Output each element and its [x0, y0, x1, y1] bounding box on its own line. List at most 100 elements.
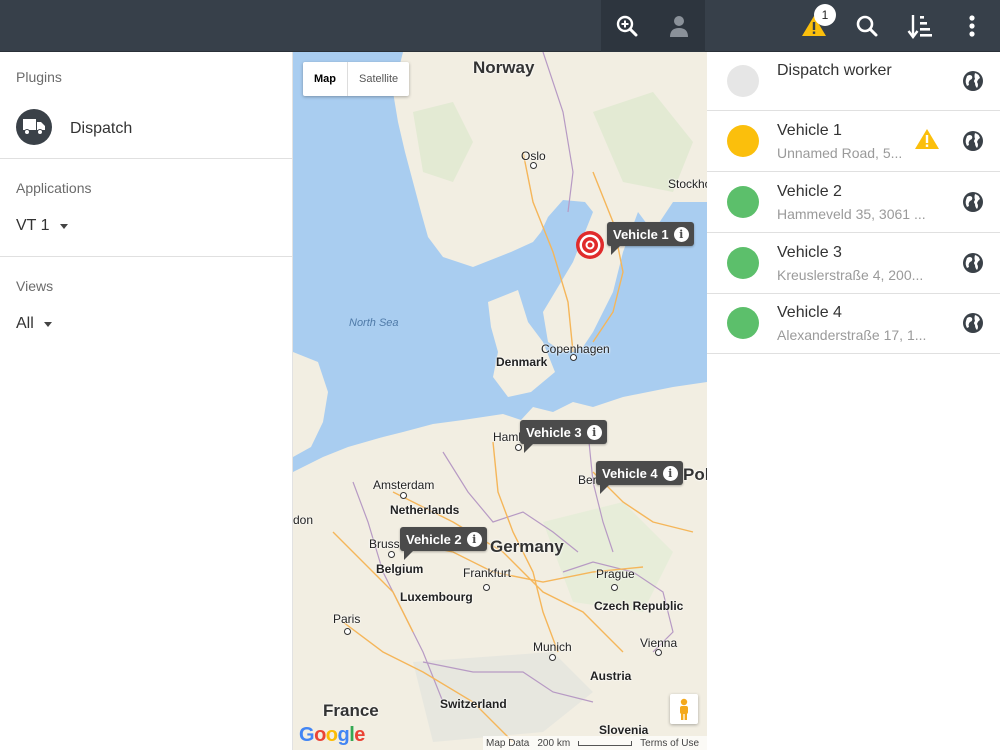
sort-button[interactable]: [894, 0, 946, 52]
map-scale-label: 200 km: [537, 737, 571, 749]
vehicle-list-item[interactable]: Vehicle 1 Unnamed Road, 5...: [707, 112, 1000, 172]
globe-icon[interactable]: [962, 252, 984, 274]
status-dot: [727, 125, 759, 157]
city-label: Bruss: [369, 537, 400, 551]
vehicle-name: Vehicle 3: [777, 244, 842, 261]
user-icon: [670, 16, 688, 37]
truck-icon: [23, 119, 45, 135]
map-type-satellite-button[interactable]: Satellite: [348, 62, 409, 96]
vehicle-name: Dispatch worker: [777, 62, 892, 79]
vehicle-list-item[interactable]: Vehicle 4 Alexanderstraße 17, 1...: [707, 294, 1000, 354]
city-label: Munich: [533, 640, 572, 654]
sort-icon: [907, 15, 932, 39]
status-dot: [727, 307, 759, 339]
vehicle-3-marker[interactable]: Vehicle 3 i: [520, 420, 607, 453]
vehicle-address: Kreuslerstraße 4, 200...: [777, 267, 924, 283]
city-label: Vienna: [640, 636, 678, 650]
city-dot: [344, 628, 351, 635]
dispatch-plugin-label[interactable]: Dispatch: [70, 120, 132, 138]
map-view[interactable]: Map Satellite Norway Denmark Netherlands…: [293, 52, 707, 750]
country-label: Switzerland: [440, 697, 507, 711]
country-label: Denmark: [496, 355, 548, 369]
city-dot: [655, 649, 662, 656]
globe-icon[interactable]: [962, 191, 984, 213]
alerts-button[interactable]: 1: [788, 0, 840, 52]
more-options-button[interactable]: [946, 0, 998, 52]
pegman-icon: [680, 698, 688, 720]
globe-icon[interactable]: [962, 70, 984, 92]
vehicle-list-item[interactable]: Dispatch worker: [707, 52, 1000, 111]
country-label: Luxembourg: [400, 590, 473, 604]
caret-down-icon: [59, 223, 68, 229]
zoom-in-icon: [616, 15, 638, 37]
city-dot: [530, 162, 537, 169]
country-label: Slovenia: [599, 723, 649, 737]
zoom-in-button[interactable]: [601, 0, 653, 52]
map-type-map-button[interactable]: Map: [303, 62, 348, 96]
search-button[interactable]: [841, 0, 893, 52]
plugins-heading: Plugins: [16, 69, 62, 85]
city-label: Frankfurt: [463, 566, 512, 580]
globe-icon[interactable]: [962, 312, 984, 334]
caret-down-icon: [43, 321, 52, 327]
target-marker-icon[interactable]: [574, 229, 606, 261]
info-icon: i: [662, 465, 678, 481]
city-label: Paris: [333, 612, 361, 626]
search-icon: [856, 15, 878, 37]
vehicle-address: Hammeveld 35, 3061 ...: [777, 206, 926, 222]
views-select[interactable]: All: [16, 315, 52, 333]
sea-label: North Sea: [349, 317, 399, 329]
city-dot: [549, 654, 556, 661]
city-label: Copenhagen: [541, 342, 610, 356]
map-data-link[interactable]: Map Data: [486, 738, 529, 749]
info-icon: i: [673, 226, 689, 242]
vehicle-address: Alexanderstraße 17, 1...: [777, 327, 927, 343]
dispatch-plugin-icon[interactable]: [16, 109, 52, 145]
city-dot: [515, 444, 522, 451]
map-type-toggle: Map Satellite: [303, 62, 410, 96]
vehicle-marker-label: Vehicle 1: [613, 226, 669, 242]
status-dot: [727, 247, 759, 279]
city-dot: [400, 492, 407, 499]
country-label: Netherlands: [390, 503, 460, 517]
vehicle-name: Vehicle 2: [777, 183, 842, 200]
country-label: Belgium: [376, 562, 424, 576]
vehicle-4-marker[interactable]: Vehicle 4 i: [596, 461, 683, 494]
terms-link[interactable]: Terms of Use: [640, 738, 699, 749]
application-select[interactable]: VT 1: [16, 217, 68, 235]
divider: [0, 158, 293, 159]
google-logo: Google: [299, 724, 365, 746]
city-dot: [611, 584, 618, 591]
city-dot: [483, 584, 490, 591]
globe-icon[interactable]: [962, 130, 984, 152]
more-vert-icon: [969, 15, 975, 37]
map-footer: Map Data 200 km Terms of Use: [483, 736, 707, 750]
vehicle-2-marker[interactable]: Vehicle 2 i: [400, 527, 487, 560]
vehicle-address: Unnamed Road, 5...: [777, 145, 903, 161]
warning-icon[interactable]: [914, 127, 940, 151]
vehicle-marker-label: Vehicle 2: [406, 531, 462, 547]
left-panel: Plugins Dispatch Applications VT 1 Views…: [0, 52, 293, 750]
city-label: Amsterdam: [373, 478, 435, 492]
divider: [0, 256, 293, 257]
vehicle-1-marker[interactable]: Vehicle 1 i: [607, 222, 694, 255]
country-label: Germany: [490, 537, 564, 556]
city-label: don: [293, 513, 314, 527]
info-icon: i: [586, 424, 602, 440]
vehicle-list-item[interactable]: Vehicle 2 Hammeveld 35, 3061 ...: [707, 173, 1000, 233]
country-label: Norway: [473, 58, 535, 77]
alert-count-badge: 1: [814, 4, 836, 26]
country-label: Austria: [590, 669, 632, 683]
vehicle-list-item[interactable]: Vehicle 3 Kreuslerstraße 4, 200...: [707, 234, 1000, 294]
applications-heading: Applications: [16, 180, 92, 196]
info-icon: i: [466, 531, 482, 547]
top-toolbar: 1: [0, 0, 1000, 52]
status-dot: [727, 65, 759, 97]
vehicle-marker-label: Vehicle 4: [602, 465, 658, 481]
vehicle-marker-label: Vehicle 3: [526, 424, 582, 440]
city-label: Stockho: [668, 177, 707, 191]
street-view-pegman[interactable]: [670, 694, 698, 724]
user-button[interactable]: [653, 0, 705, 52]
application-value: VT 1: [16, 217, 50, 234]
vehicle-name: Vehicle 4: [777, 304, 842, 321]
